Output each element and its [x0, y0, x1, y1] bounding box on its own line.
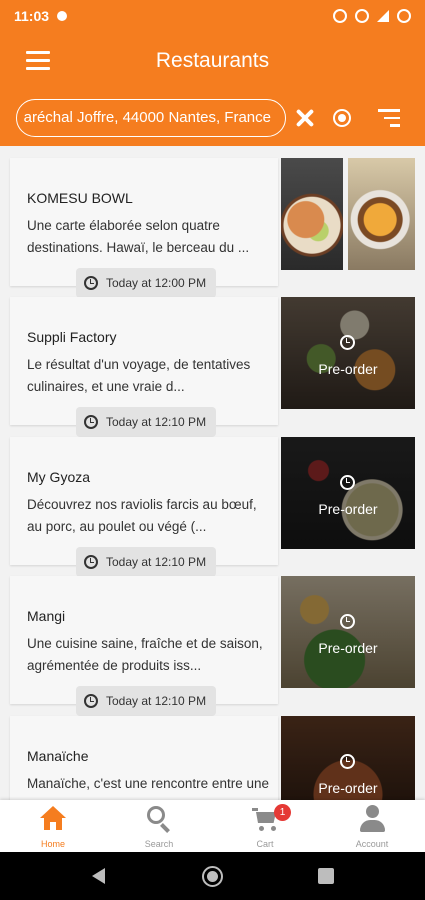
pickup-time: Today at 12:10 PM: [106, 694, 207, 708]
address-input[interactable]: aréchal Joffre, 44000 Nantes, France: [16, 99, 286, 137]
pickup-time-chip[interactable]: Today at 12:10 PM: [76, 686, 216, 716]
clock-icon: [84, 694, 98, 708]
restaurant-name: KOMESU BOWL: [27, 190, 133, 206]
nav-label: Account: [355, 839, 389, 849]
locate-icon[interactable]: [330, 106, 354, 130]
pickup-time: Today at 12:00 PM: [106, 276, 207, 290]
restaurant-description: Une carte élaborée selon quatre destinat…: [27, 218, 250, 255]
restaurant-name: My Gyoza: [27, 469, 91, 485]
restaurant-card[interactable]: My Gyoza Découvrez nos raviolis farcis a…: [10, 437, 278, 577]
restaurant-image[interactable]: Pre-order: [281, 576, 415, 688]
preorder-label: Pre-order: [318, 640, 378, 656]
vibrate-icon: [333, 9, 347, 23]
preorder-label: Pre-order: [318, 780, 378, 796]
clock-icon: [84, 276, 98, 290]
search-icon: [147, 806, 173, 833]
app-bar: Restaurants: [0, 32, 425, 90]
status-time: 11:03: [14, 8, 50, 24]
pickup-time-chip[interactable]: Today at 12:00 PM: [76, 268, 216, 298]
sort-icon[interactable]: [378, 109, 400, 127]
restaurant-description: Découvrez nos raviolis farcis au bœuf, a…: [27, 497, 257, 534]
nav-search[interactable]: Search: [106, 800, 212, 852]
status-icons: [333, 9, 411, 23]
pickup-time: Today at 12:10 PM: [106, 555, 207, 569]
nav-account[interactable]: Account: [319, 800, 425, 852]
restaurant-image[interactable]: [281, 158, 343, 270]
recents-icon[interactable]: [318, 868, 334, 884]
nav-label: Cart: [256, 839, 274, 849]
clock-icon: [340, 335, 355, 350]
home-icon: [40, 806, 66, 832]
bottom-nav: Home Search 1 Cart Account: [0, 800, 425, 852]
restaurant-image[interactable]: [348, 158, 415, 270]
restaurant-name: Suppli Factory: [27, 329, 117, 345]
pickup-time: Today at 12:10 PM: [106, 415, 207, 429]
preorder-label: Pre-order: [318, 361, 378, 377]
nav-label: Home: [40, 839, 65, 849]
nav-label: Search: [144, 839, 174, 849]
restaurant-image[interactable]: Pre-order: [281, 437, 415, 549]
pickup-time-chip[interactable]: Today at 12:10 PM: [76, 547, 216, 577]
account-icon: [359, 805, 385, 833]
back-icon[interactable]: [92, 868, 105, 884]
home-button-icon[interactable]: [202, 866, 223, 887]
battery-icon: [397, 9, 411, 23]
clear-icon[interactable]: [293, 106, 317, 130]
restaurant-description: Manaïche, c'est une rencontre entre une …: [27, 776, 269, 800]
notification-icon: [57, 11, 68, 21]
restaurant-image[interactable]: Pre-order: [281, 297, 415, 409]
cart-badge: 1: [274, 804, 291, 821]
preorder-label: Pre-order: [318, 501, 378, 517]
address-bar: aréchal Joffre, 44000 Nantes, France: [0, 90, 425, 146]
restaurant-list[interactable]: KOMESU BOWL Une carte élaborée selon qua…: [0, 146, 425, 800]
restaurant-card[interactable]: Manaïche Manaïche, c'est une rencontre e…: [10, 716, 278, 800]
hotspot-icon: [355, 9, 369, 23]
clock-icon: [340, 614, 355, 629]
signal-icon: [377, 10, 389, 22]
clock-icon: [84, 555, 98, 569]
system-nav-bar: [0, 852, 425, 900]
restaurant-name: Manaïche: [27, 748, 89, 764]
nav-cart[interactable]: 1 Cart: [212, 800, 318, 852]
clock-icon: [84, 415, 98, 429]
clock-icon: [340, 754, 355, 769]
nav-home[interactable]: Home: [0, 800, 106, 852]
restaurant-image[interactable]: Pre-order: [281, 716, 415, 800]
restaurant-card[interactable]: Suppli Factory Le résultat d'un voyage, …: [10, 297, 278, 437]
status-bar: 11:03: [0, 0, 425, 32]
restaurant-card[interactable]: KOMESU BOWL Une carte élaborée selon qua…: [10, 158, 278, 298]
restaurant-name: Mangi: [27, 608, 66, 624]
pickup-time-chip[interactable]: Today at 12:10 PM: [76, 407, 216, 437]
clock-icon: [340, 475, 355, 490]
restaurant-description: Le résultat d'un voyage, de tentatives c…: [27, 357, 251, 394]
restaurant-description: Une cuisine saine, fraîche et de saison,…: [27, 636, 263, 673]
page-title: Restaurants: [155, 49, 270, 72]
restaurant-card[interactable]: Mangi Une cuisine saine, fraîche et de s…: [10, 576, 278, 716]
